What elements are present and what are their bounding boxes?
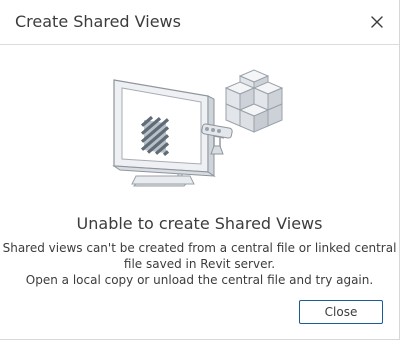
dialog-title: Create Shared Views xyxy=(15,12,181,31)
dialog-title-bar: Create Shared Views xyxy=(0,0,399,45)
close-icon[interactable] xyxy=(366,11,388,33)
close-button[interactable]: Close xyxy=(299,300,383,324)
message-line: Open a local copy or unload the central … xyxy=(25,273,374,287)
error-message: Shared views can't be created from a cen… xyxy=(0,240,399,288)
create-shared-views-dialog: Create Shared Views Unable to create Sha… xyxy=(0,0,400,340)
message-line: Shared views can't be created from a cen… xyxy=(2,241,397,255)
error-heading: Unable to create Shared Views xyxy=(76,214,323,233)
monitor-disconnected-server-illustration xyxy=(108,66,290,196)
message-line: file saved in Revit server. xyxy=(123,257,276,271)
